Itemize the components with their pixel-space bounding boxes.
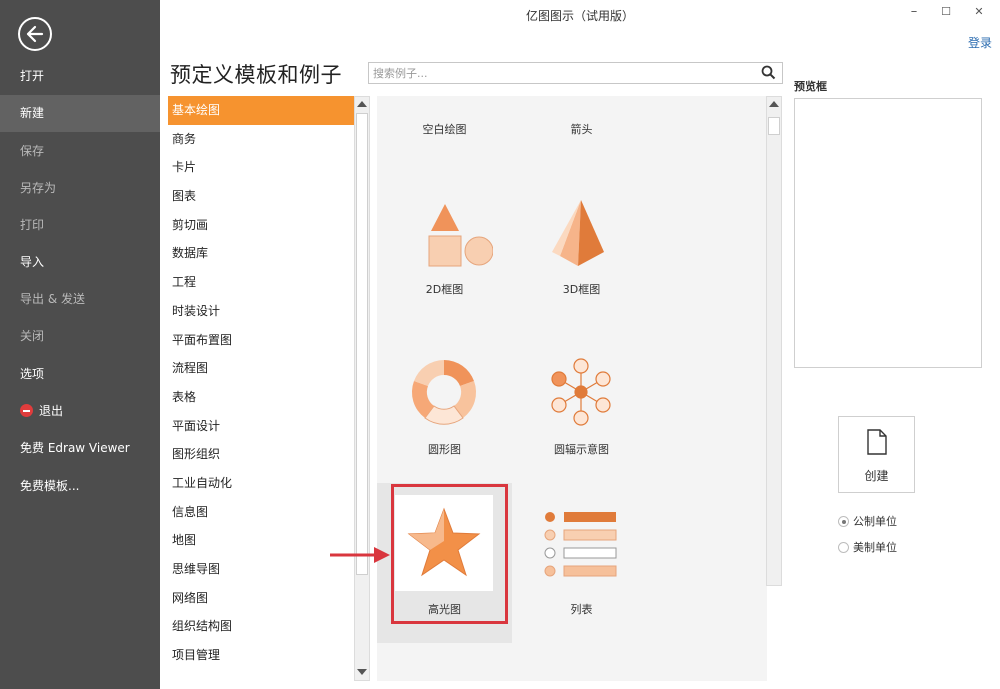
category-item[interactable]: 卡片	[168, 153, 354, 182]
template-tile-2d[interactable]: 2D框图	[377, 186, 512, 346]
list-icon	[544, 512, 617, 577]
radio-metric[interactable]	[838, 516, 849, 527]
highlight-selection-box	[391, 484, 508, 624]
window-title-text: 亿图图示（试用版）	[525, 9, 634, 23]
maximize-button[interactable]: ☐	[938, 5, 954, 18]
template-grid: 空白绘图 箭头 2D框图 3D框图 圆形图 圆辐示意图 高光图 列表	[377, 96, 767, 681]
template-label: 3D框图	[562, 283, 601, 296]
template-tile-radial[interactable]: 圆辐示意图	[514, 346, 649, 506]
unit-us-option[interactable]: 美制单位	[838, 539, 897, 555]
template-tile-list[interactable]: 列表	[514, 483, 649, 643]
sidebar-item-exit[interactable]: 退出	[0, 393, 160, 430]
scroll-up-icon[interactable]	[769, 101, 779, 107]
sidebar-item-edraw-viewer[interactable]: 免费 Edraw Viewer	[0, 430, 160, 467]
search-input[interactable]	[369, 63, 749, 83]
template-scrollbar[interactable]	[766, 96, 782, 586]
category-item[interactable]: 项目管理	[168, 641, 354, 670]
radio-us[interactable]	[838, 542, 849, 553]
category-item[interactable]: 时装设计	[168, 297, 354, 326]
category-scroll-thumb[interactable]	[356, 113, 368, 575]
sidebar-item-save[interactable]: 保存	[0, 133, 160, 170]
page-title: 预定义模板和例子	[170, 63, 342, 87]
category-item[interactable]: 平面布置图	[168, 326, 354, 355]
category-item[interactable]: 思维导图	[168, 555, 354, 584]
category-item-basic[interactable]: 基本绘图	[168, 96, 354, 125]
template-label: 空白绘图	[422, 123, 467, 136]
sidebar-item-options[interactable]: 选项	[0, 356, 160, 393]
login-link[interactable]: 登录	[968, 34, 992, 51]
category-item[interactable]: 组织结构图	[168, 612, 354, 641]
category-item[interactable]: 工程	[168, 268, 354, 297]
template-tile-3d[interactable]: 3D框图	[514, 186, 649, 346]
category-scrollbar[interactable]	[354, 96, 370, 681]
category-item[interactable]: 数据库	[168, 239, 354, 268]
category-list: 基本绘图 商务 卡片 图表 剪切画 数据库 工程 时装设计 平面布置图 流程图 …	[168, 96, 354, 681]
category-item[interactable]: 信息图	[168, 498, 354, 527]
unit-us-label: 美制单位	[853, 541, 897, 554]
template-label: 圆形图	[428, 443, 461, 456]
create-button[interactable]: 创建	[838, 416, 915, 493]
unit-metric-option[interactable]: 公制单位	[838, 513, 897, 529]
template-label: 列表	[570, 603, 593, 616]
category-item[interactable]: 表格	[168, 383, 354, 412]
scroll-down-icon[interactable]	[357, 669, 367, 675]
category-item[interactable]: 流程图	[168, 354, 354, 383]
pointer-arrow-icon	[330, 547, 390, 563]
sidebar-item-exit-label: 退出	[39, 404, 64, 418]
close-button[interactable]: ✕	[971, 5, 987, 18]
create-button-label: 创建	[864, 469, 889, 483]
2d-shapes-icon	[428, 204, 493, 267]
template-label: 箭头	[570, 123, 593, 136]
preview-box	[794, 98, 982, 368]
exit-icon	[20, 404, 33, 417]
preview-label: 预览框	[794, 80, 827, 93]
unit-metric-label: 公制单位	[853, 515, 897, 528]
search-box	[368, 62, 783, 84]
sidebar-item-save-as[interactable]: 另存为	[0, 170, 160, 207]
category-item[interactable]: 平面设计	[168, 412, 354, 441]
category-item[interactable]: 图形组织	[168, 440, 354, 469]
sidebar-item-import[interactable]: 导入	[0, 244, 160, 281]
document-icon	[867, 429, 887, 455]
sidebar-item-close[interactable]: 关闭	[0, 318, 160, 355]
template-tile-circular[interactable]: 圆形图	[377, 346, 512, 506]
circular-chart-icon	[411, 360, 477, 425]
template-label: 2D框图	[425, 283, 464, 296]
template-scroll-thumb[interactable]	[768, 117, 780, 135]
radial-diagram-icon	[551, 358, 611, 426]
scroll-up-icon[interactable]	[357, 101, 367, 107]
category-item[interactable]: 商务	[168, 125, 354, 154]
3d-pyramid-icon	[552, 200, 604, 266]
sidebar-item-open[interactable]: 打开	[0, 58, 160, 95]
template-label: 圆辐示意图	[554, 443, 609, 456]
backstage-sidebar: 打开 新建 保存 另存为 打印 导入 导出 & 发送 关闭 选项 退出 免费 E…	[0, 0, 160, 689]
sidebar-item-export-send[interactable]: 导出 & 发送	[0, 281, 160, 318]
sidebar-item-free-templates[interactable]: 免费模板...	[0, 468, 160, 505]
sidebar-item-print[interactable]: 打印	[0, 207, 160, 244]
category-item[interactable]: 网络图	[168, 584, 354, 613]
minimize-button[interactable]: –	[906, 4, 922, 19]
category-item[interactable]: 工业自动化	[168, 469, 354, 498]
window-title: 亿图图示（试用版）	[0, 7, 1000, 24]
category-item[interactable]: 图表	[168, 182, 354, 211]
search-icon[interactable]	[761, 65, 776, 83]
category-item[interactable]: 地图	[168, 526, 354, 555]
sidebar-item-new[interactable]: 新建	[0, 95, 160, 132]
category-item[interactable]: 剪切画	[168, 211, 354, 240]
